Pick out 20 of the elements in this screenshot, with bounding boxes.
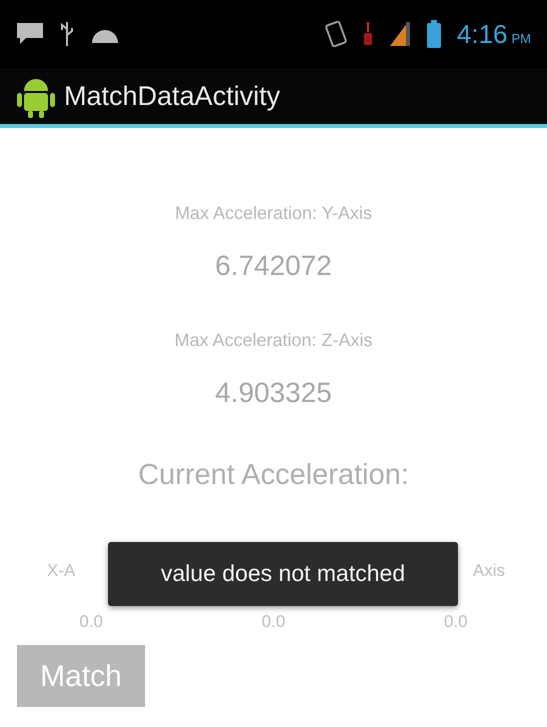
reading-label: Max Acceleration: Y-Axis (174, 202, 372, 225)
reading-label: Max Acceleration: Z-Axis (174, 329, 373, 352)
axis-value: 0.0 (262, 612, 286, 631)
reading-value: 6.742072 (215, 249, 332, 283)
alert-icon (362, 21, 373, 47)
message-icon (16, 22, 44, 46)
axis-label: X-A (47, 560, 76, 582)
rotate-icon (324, 21, 347, 47)
signal-icon (388, 21, 411, 47)
axis-value: 0.0 (444, 612, 468, 631)
reading-value: 4.903325 (215, 376, 332, 410)
usb-icon (60, 21, 74, 47)
clock-time: 4:16 (456, 18, 508, 50)
axis-label: Axis (472, 560, 505, 582)
battery-icon (426, 20, 441, 48)
clock-meridiem: PM (512, 30, 531, 48)
toast-message: value does not matched (108, 542, 458, 606)
current-acceleration-heading: Current Acceleration: (138, 459, 409, 491)
axis-value: 0.0 (79, 612, 103, 631)
activity-title: MatchDataActivity (64, 80, 280, 113)
